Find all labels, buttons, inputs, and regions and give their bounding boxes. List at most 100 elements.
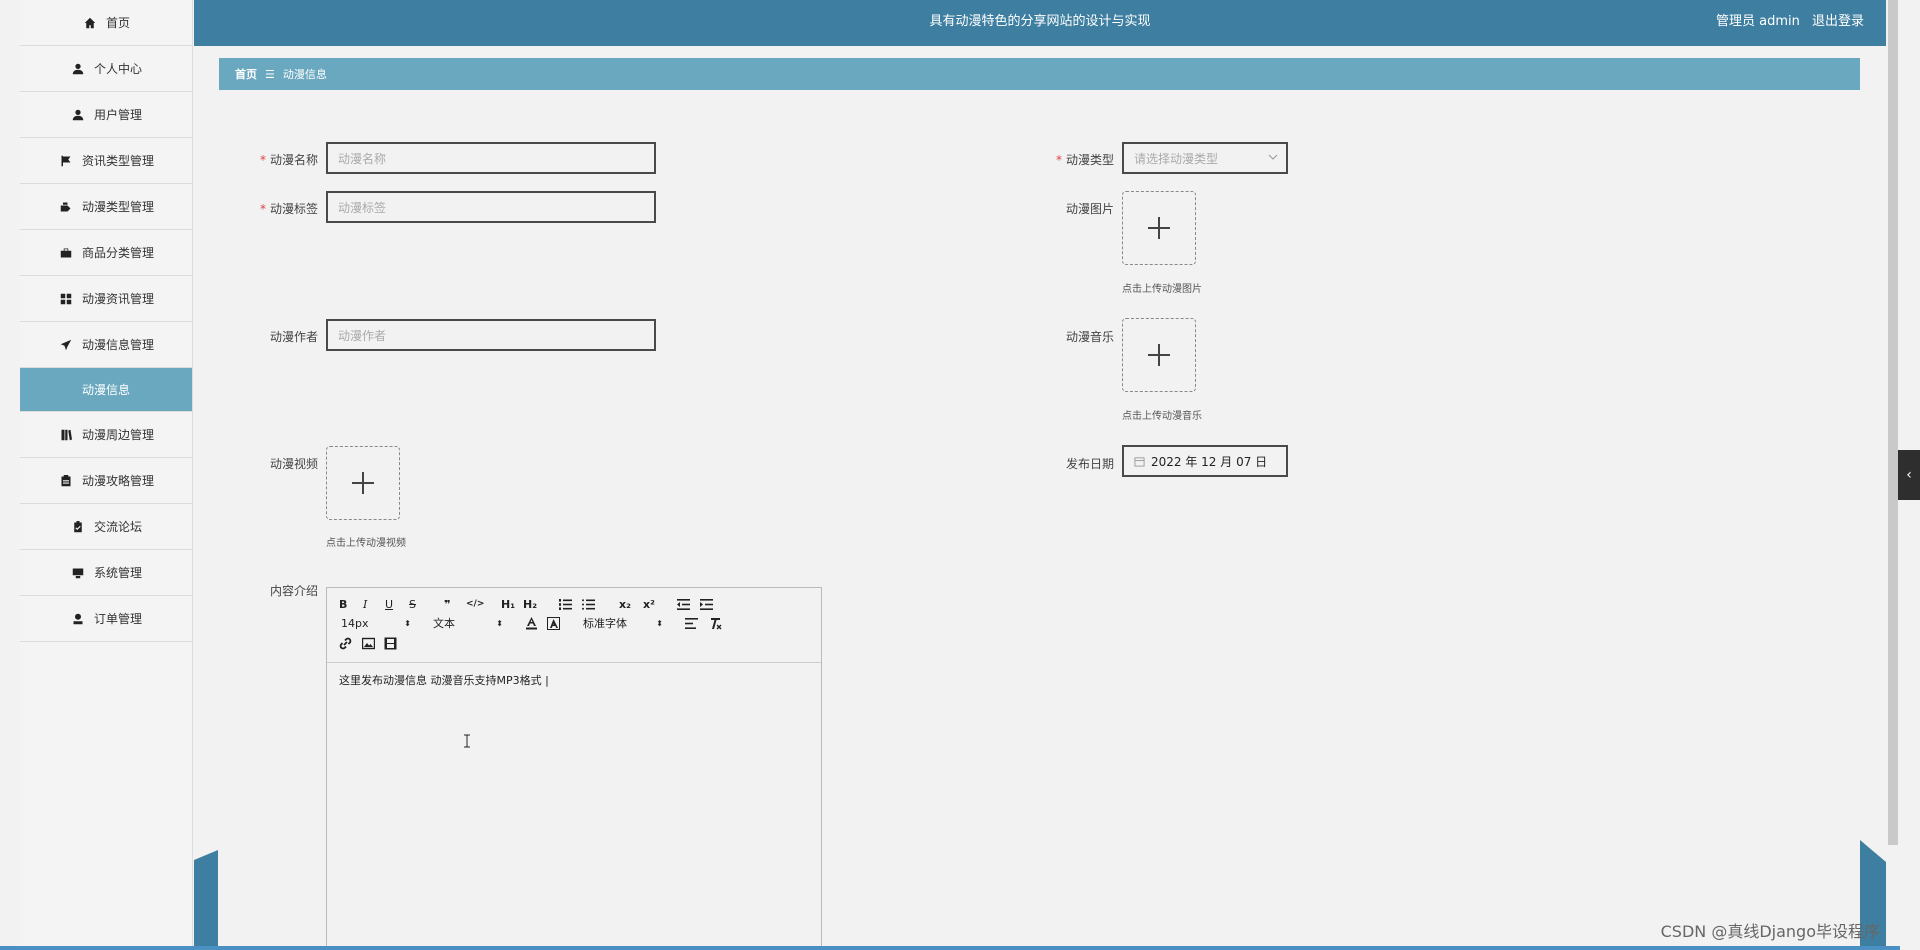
image-icon <box>362 637 375 649</box>
scrollbar[interactable] <box>1888 0 1898 845</box>
author-input[interactable]: 动漫作者 <box>326 319 656 351</box>
right-edge: ‹ <box>1886 0 1920 950</box>
sidebar-item-label: 用户管理 <box>93 108 142 122</box>
breadcrumb-current: 动漫信息 <box>282 68 327 81</box>
code-button[interactable]: </> <box>466 596 484 612</box>
font-family-select[interactable]: 标准字体 ⬍ <box>583 615 663 631</box>
document-icon <box>58 474 74 487</box>
sidebar-item-news-types[interactable]: 资讯类型管理 <box>20 138 192 184</box>
breadcrumb-home[interactable]: 首页 <box>235 66 257 82</box>
sidebar-item-profile[interactable]: 个人中心 <box>20 46 192 92</box>
home-icon <box>82 17 98 29</box>
font-size-value: 14px <box>341 616 369 630</box>
sidebar-item-system[interactable]: 系统管理 <box>20 550 192 596</box>
block-type-select[interactable]: 文本 ⬍ <box>433 615 503 631</box>
sidebar-item-label: 动漫类型管理 <box>81 200 154 214</box>
person-icon <box>70 63 86 75</box>
clear-format-button[interactable] <box>709 615 722 631</box>
rich-text-editor[interactable]: B I U S ❞ </> H₁ H₂ x₂ x² 14px ⬍ 文本 ⬍ 标准字体… <box>326 587 822 950</box>
bold-button[interactable]: B <box>339 596 347 612</box>
sidebar-item-guides[interactable]: 动漫攻略管理 <box>20 458 192 504</box>
sidebar: 首页 个人中心 用户管理 资讯类型管理 动漫类型管理 商品分类管理 动漫资讯管理… <box>20 0 193 950</box>
sidebar-item-home[interactable]: 首页 <box>20 0 192 46</box>
type-select[interactable]: 请选择动漫类型 <box>1122 142 1288 174</box>
paper-plane-icon <box>58 339 74 351</box>
sidebar-subitem-label: 动漫信息 <box>81 383 130 397</box>
sidebar-item-label: 动漫信息管理 <box>81 338 154 352</box>
author-label: 动漫作者 <box>269 330 318 344</box>
image-button[interactable] <box>362 635 375 651</box>
ordered-list-button[interactable] <box>559 596 572 612</box>
tag-label: * 动漫标签 <box>259 202 318 216</box>
sidebar-item-merch[interactable]: 动漫周边管理 <box>20 412 192 458</box>
sidebar-item-product-categories[interactable]: 商品分类管理 <box>20 230 192 276</box>
tag-input[interactable]: 动漫标签 <box>326 191 656 223</box>
plus-icon <box>352 472 374 494</box>
video-upload-button[interactable] <box>326 446 400 520</box>
italic-button[interactable]: I <box>363 596 367 612</box>
date-picker[interactable]: 2022 年 12 月 07 日 <box>1122 445 1288 477</box>
font-color-button[interactable] <box>525 615 538 631</box>
sidebar-item-label: 动漫攻略管理 <box>81 474 154 488</box>
name-label: * 动漫名称 <box>259 153 318 167</box>
date-value: 2022 年 12 月 07 日 <box>1151 454 1268 469</box>
bullet-list-button[interactable] <box>582 596 595 612</box>
date-label: 发布日期 <box>1065 457 1114 471</box>
video-button[interactable] <box>384 635 397 651</box>
font-family-value: 标准字体 <box>583 617 627 630</box>
user-icon <box>70 613 86 625</box>
name-input[interactable]: 动漫名称 <box>326 142 656 174</box>
align-left-icon <box>685 617 698 629</box>
sidebar-subitem-anime-info[interactable]: 动漫信息 <box>20 368 192 412</box>
outdent-button[interactable] <box>677 596 690 612</box>
sidebar-item-label: 交流论坛 <box>93 520 142 534</box>
logout-link[interactable]: 退出登录 <box>1812 14 1864 29</box>
film-icon <box>384 637 397 649</box>
image-upload-tip: 点击上传动漫图片 <box>1122 284 1202 295</box>
indent-button[interactable] <box>700 596 713 612</box>
underline-button[interactable]: U <box>385 596 393 612</box>
tag-icon <box>58 201 74 213</box>
book-icon <box>58 429 74 441</box>
select-arrows-icon: ⬍ <box>656 618 663 628</box>
align-button[interactable] <box>685 615 698 631</box>
background-color-button[interactable] <box>547 615 560 631</box>
breadcrumb-separator-icon: ☰ <box>265 67 275 81</box>
sidebar-item-label: 动漫资讯管理 <box>81 292 154 306</box>
sidebar-item-anime-news[interactable]: 动漫资讯管理 <box>20 276 192 322</box>
sidebar-item-label: 动漫周边管理 <box>81 428 154 442</box>
h1-button[interactable]: H₁ <box>501 596 515 612</box>
font-size-select[interactable]: 14px ⬍ <box>341 615 411 631</box>
subscript-button[interactable]: x₂ <box>619 596 631 612</box>
sidebar-item-users[interactable]: 用户管理 <box>20 92 192 138</box>
plus-icon <box>1148 344 1170 366</box>
sidebar-item-label: 系统管理 <box>93 566 142 580</box>
sidebar-item-anime-types[interactable]: 动漫类型管理 <box>20 184 192 230</box>
chevron-left-icon: ‹ <box>1906 467 1912 483</box>
user-area: 管理员 admin 退出登录 <box>1708 0 1864 43</box>
editor-content[interactable]: 这里发布动漫信息 动漫音乐支持MP3格式 | <box>339 672 549 688</box>
clear-format-icon <box>711 617 722 629</box>
strike-button[interactable]: S <box>409 596 416 612</box>
h2-button[interactable]: H₂ <box>523 596 537 612</box>
blockquote-button[interactable]: ❞ <box>444 596 450 612</box>
sidebar-item-anime-info[interactable]: 动漫信息管理 <box>20 322 192 368</box>
top-header: 具有动漫特色的分享网站的设计与实现 管理员 admin 退出登录 <box>194 0 1886 46</box>
highlight-icon <box>547 616 560 630</box>
decorative-wave-left <box>194 850 218 950</box>
sidebar-item-orders[interactable]: 订单管理 <box>20 596 192 642</box>
music-upload-button[interactable] <box>1122 318 1196 392</box>
collapse-panel-button[interactable]: ‹ <box>1898 450 1920 500</box>
outdent-icon <box>677 598 690 610</box>
superscript-button[interactable]: x² <box>643 596 655 612</box>
grid-icon <box>58 293 74 305</box>
image-label: 动漫图片 <box>1065 202 1114 216</box>
link-button[interactable] <box>339 635 352 651</box>
content-label: 内容介绍 <box>269 584 318 598</box>
editor-toolbar: B I U S ❞ </> H₁ H₂ x₂ x² 14px ⬍ 文本 ⬍ 标准字体… <box>327 588 821 663</box>
monitor-icon <box>70 567 86 579</box>
font-color-icon <box>526 616 537 629</box>
calendar-icon <box>1134 456 1145 467</box>
image-upload-button[interactable] <box>1122 191 1196 265</box>
sidebar-item-forum[interactable]: 交流论坛 <box>20 504 192 550</box>
